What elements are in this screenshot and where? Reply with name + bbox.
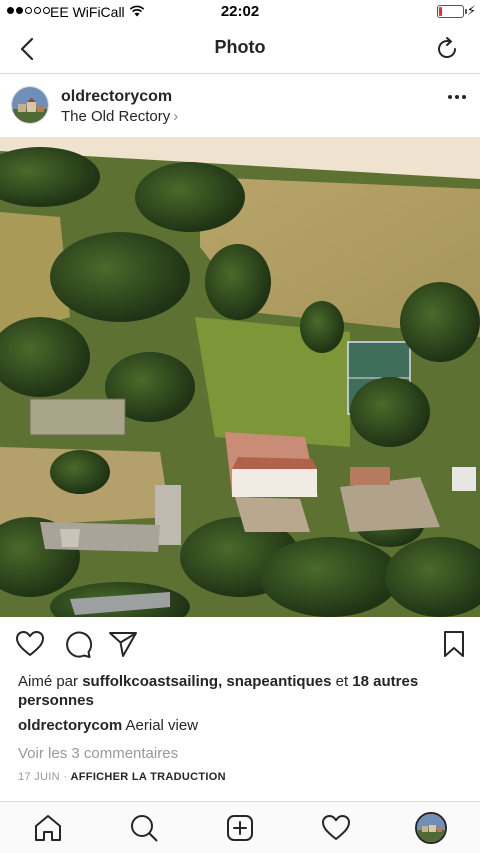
post-photo[interactable] — [0, 137, 480, 617]
post-caption: oldrectorycom Aerial view — [18, 717, 198, 734]
more-options-icon[interactable] — [448, 95, 466, 99]
profile-avatar[interactable] — [415, 812, 447, 844]
post-meta: 17 JUIN · AFFICHER LA TRADUCTION — [18, 771, 226, 783]
caption-text: Aerial view — [122, 717, 199, 734]
likes-names[interactable]: suffolkcoastsailing, snapeantiques — [82, 673, 331, 690]
home-icon[interactable] — [33, 813, 63, 843]
page-title: Photo — [214, 37, 266, 57]
post-date: 17 JUIN — [18, 771, 60, 783]
post-location[interactable]: The Old Rectory › — [61, 108, 178, 125]
status-bar: EE WiFiCall 22:02 ⚡ — [0, 0, 480, 24]
heart-icon[interactable] — [15, 629, 45, 659]
clock: 22:02 — [220, 3, 260, 20]
bookmark-icon[interactable] — [439, 629, 469, 659]
comment-icon[interactable] — [62, 629, 92, 659]
post-username[interactable]: oldrectorycom — [61, 88, 172, 106]
post-actions — [0, 625, 480, 665]
aerial-photo — [0, 137, 480, 617]
likes-conjunction: et — [331, 673, 353, 690]
activity-icon[interactable] — [321, 813, 351, 843]
share-icon[interactable] — [108, 629, 138, 659]
caption-username[interactable]: oldrectorycom — [18, 717, 122, 734]
likes-prefix: Aimé par — [18, 673, 83, 690]
likes-summary: Aimé par suffolkcoastsailing, snapeantiq… — [18, 672, 468, 710]
nav-bar: Photo — [0, 24, 480, 74]
chevron-right-icon: › — [173, 108, 179, 125]
charging-icon: ⚡ — [466, 3, 476, 18]
translate-link[interactable]: AFFICHER LA TRADUCTION — [71, 771, 226, 783]
add-post-icon[interactable] — [225, 813, 255, 843]
refresh-icon[interactable] — [434, 36, 460, 62]
battery-icon — [437, 5, 464, 18]
battery-level — [439, 7, 442, 16]
post-header: oldrectorycom The Old Rectory › — [0, 75, 480, 137]
search-icon[interactable] — [129, 813, 159, 843]
avatar[interactable] — [11, 86, 49, 124]
meta-separator: · — [59, 771, 71, 783]
post-location-label: The Old Rectory — [61, 108, 171, 125]
view-comments-link[interactable]: Voir les 3 commentaires — [18, 745, 178, 762]
tab-bar — [0, 801, 480, 853]
